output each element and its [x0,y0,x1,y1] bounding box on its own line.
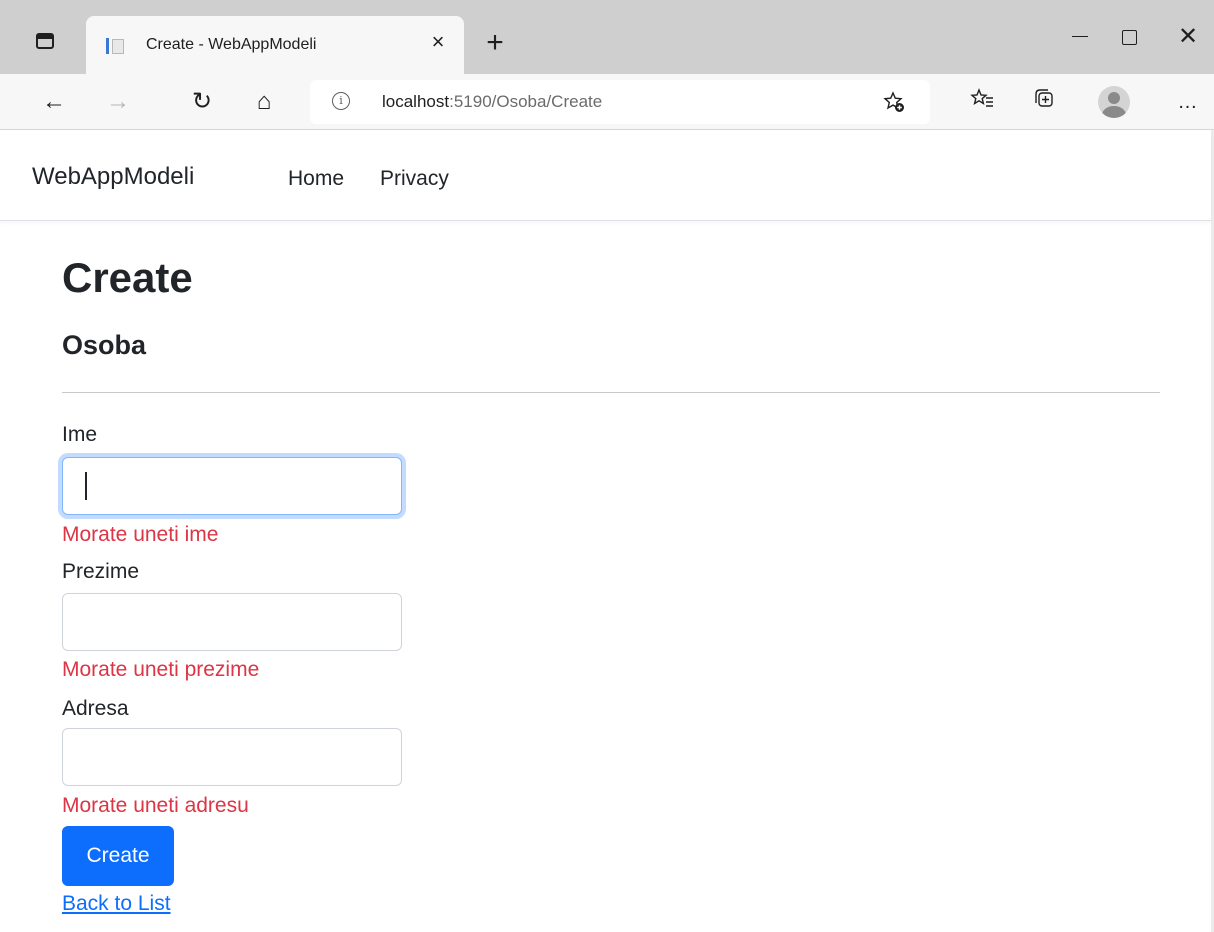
ime-label: Ime [62,423,98,446]
site-brand[interactable]: WebAppModeli [32,163,194,191]
window-maximize-button[interactable] [1108,22,1148,52]
browser-tab[interactable]: Create - WebAppModeli × [86,16,464,74]
favorites-list-icon[interactable] [966,86,998,118]
window-close-button[interactable]: ✕ [1168,22,1208,52]
profile-avatar-icon[interactable] [1098,86,1130,118]
more-options-icon[interactable]: … [1172,86,1204,118]
tab-title: Create - WebAppModeli [146,36,317,53]
collections-icon[interactable] [1028,86,1060,118]
tab-actions-icon[interactable] [36,33,54,49]
divider [62,392,1160,393]
page-title: Create [62,254,193,301]
tab-close-icon[interactable]: × [426,30,450,54]
ime-input[interactable] [62,457,402,515]
address-bar[interactable]: i localhost:5190/Osoba/Create [310,80,930,124]
browser-tab-bar: Create - WebAppModeli × + ✕ [0,0,1214,74]
back-to-list-link[interactable]: Back to List [62,892,171,916]
text-caret [85,472,87,500]
create-button[interactable]: Create [62,826,174,886]
address-host: localhost [382,92,450,111]
site-navbar: WebAppModeli Home Privacy [0,130,1211,221]
back-arrow-icon[interactable]: ← [36,84,72,120]
prezime-input[interactable] [62,593,402,651]
star-plus-icon[interactable] [882,90,906,114]
page-favicon-icon [106,37,124,55]
window-minimize-button[interactable] [1060,22,1100,52]
adresa-label: Adresa [62,697,129,720]
address-url[interactable]: localhost:5190/Osoba/Create [382,92,602,112]
home-icon[interactable]: ⌂ [246,84,282,120]
page-subtitle: Osoba [62,330,147,360]
web-page: WebAppModeli Home Privacy Create Osoba I… [0,130,1214,932]
refresh-icon[interactable]: ↻ [184,84,220,120]
site-info-icon[interactable]: i [332,92,350,110]
nav-link-privacy[interactable]: Privacy [380,167,449,191]
ime-error: Morate uneti ime [62,523,219,546]
address-path: :5190/Osoba/Create [449,92,603,111]
adresa-input[interactable] [62,728,402,786]
prezime-label: Prezime [62,560,140,583]
new-tab-button[interactable]: + [480,28,510,58]
nav-link-home[interactable]: Home [288,167,344,191]
browser-toolbar: ← → ↻ ⌂ i localhost:5190/Osoba/Create … [0,74,1214,130]
prezime-error: Morate uneti prezime [62,658,260,681]
forward-arrow-icon[interactable]: → [100,84,136,120]
adresa-error: Morate uneti adresu [62,794,249,817]
